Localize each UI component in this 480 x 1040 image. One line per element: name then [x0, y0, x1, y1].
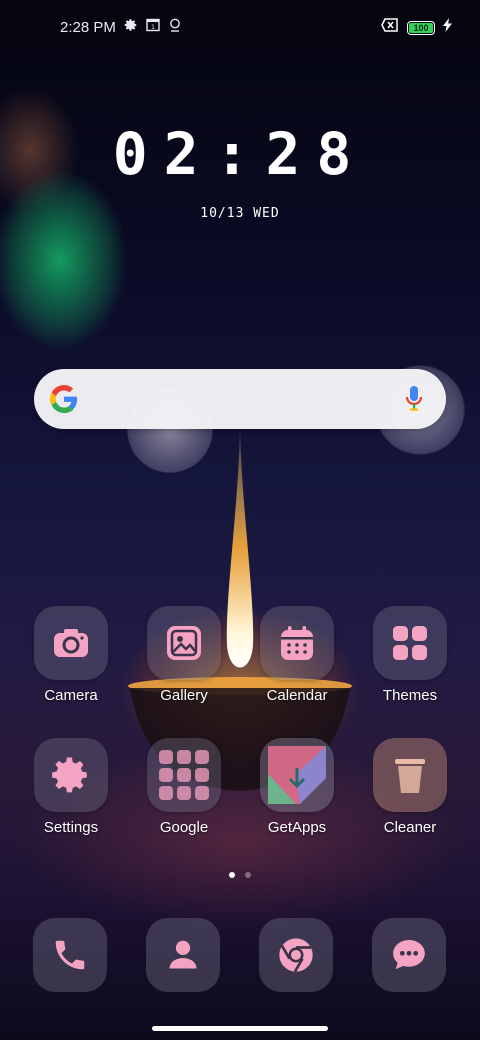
app-getapps[interactable]: GetApps	[247, 738, 347, 836]
home-gesture-bar[interactable]	[152, 1026, 328, 1031]
dock-chrome[interactable]	[259, 918, 333, 992]
settings-gear-icon	[124, 18, 138, 36]
app-label: Camera	[44, 687, 98, 704]
app-label: Themes	[382, 687, 438, 704]
battery-level: 100	[413, 22, 429, 33]
google-search-bar[interactable]	[34, 369, 446, 429]
calendar-notification-icon: 1	[146, 18, 160, 36]
calendar-icon	[281, 626, 313, 660]
settings-icon	[52, 757, 87, 793]
charging-bolt-icon	[443, 18, 452, 37]
clock-widget-date[interactable]: 10/13 WED	[0, 206, 480, 221]
app-folder-google[interactable]: Google	[134, 738, 234, 836]
page-indicator[interactable]	[0, 872, 480, 878]
no-sim-icon	[381, 18, 399, 37]
app-label: Settings	[43, 819, 99, 836]
page-dot-2[interactable]	[245, 872, 251, 878]
app-label: Gallery	[160, 687, 208, 704]
app-settings[interactable]: Settings	[21, 738, 121, 836]
messages-icon	[393, 940, 425, 970]
location-icon	[168, 18, 182, 36]
camera-icon	[54, 629, 88, 657]
contacts-icon	[169, 940, 197, 969]
folder-icon	[159, 750, 209, 800]
app-gallery[interactable]: Gallery	[134, 606, 234, 704]
gallery-icon	[167, 626, 201, 660]
dock-messages[interactable]	[372, 918, 446, 992]
app-camera[interactable]: Camera	[21, 606, 121, 704]
page-dot-1[interactable]	[229, 872, 235, 878]
app-themes[interactable]: Themes	[360, 606, 460, 704]
voice-search-mic-icon[interactable]	[404, 385, 424, 418]
app-label: Calendar	[266, 687, 328, 704]
getapps-icon	[268, 746, 326, 804]
app-label: GetApps	[267, 819, 327, 836]
app-cleaner[interactable]: Cleaner	[360, 738, 460, 836]
clock-widget-time[interactable]: 02:28	[0, 120, 480, 188]
status-time: 2:28 PM	[60, 18, 116, 36]
svg-text:1: 1	[151, 24, 155, 31]
dock-phone[interactable]	[33, 918, 107, 992]
trash-icon	[395, 759, 425, 793]
phone-icon	[55, 940, 85, 970]
app-label: Google	[159, 819, 209, 836]
status-bar: 2:28 PM 1 100	[0, 0, 480, 56]
chrome-icon	[279, 938, 313, 973]
app-calendar[interactable]: Calendar	[247, 606, 347, 704]
dock-contacts[interactable]	[146, 918, 220, 992]
app-label: Cleaner	[383, 819, 437, 836]
themes-icon	[393, 626, 427, 660]
battery-icon: 100	[407, 20, 435, 35]
google-logo-icon	[50, 385, 78, 418]
